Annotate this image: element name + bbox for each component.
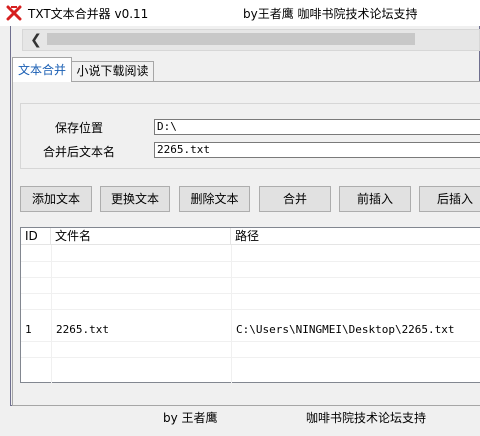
window-author-title: by王者鹰 咖啡书院技术论坛支持	[243, 7, 418, 21]
row-gridline	[21, 277, 480, 278]
replace-text-button[interactable]: 更换文本	[100, 186, 170, 212]
window-title: TXT文本合并器 v0.11	[28, 7, 149, 21]
tab-novel-download[interactable]: 小说下载阅读	[72, 61, 154, 81]
column-header-path[interactable]: 路径	[231, 228, 480, 245]
row-gridline	[21, 261, 480, 262]
merged-name-field[interactable]: 2265.txt	[154, 142, 480, 158]
add-text-button[interactable]: 添加文本	[20, 186, 92, 212]
tab-text-merge[interactable]: 文本合并	[12, 57, 72, 82]
save-location-label: 保存位置	[55, 121, 104, 135]
row-id: 1	[25, 323, 32, 336]
footer-author: by 王者鹰	[163, 411, 218, 425]
tab-novel-download-label: 小说下载阅读	[76, 64, 149, 78]
column-header-id[interactable]: ID	[21, 228, 51, 245]
row-gridline	[21, 309, 480, 310]
scroll-left-arrow-icon[interactable]: ❮	[27, 31, 45, 49]
red-x-logo-icon	[6, 5, 22, 21]
insert-before-button[interactable]: 前插入	[339, 186, 411, 212]
insert-after-button[interactable]: 后插入	[419, 186, 480, 212]
scrollbar-thumb[interactable]	[47, 33, 415, 45]
column-header-filename[interactable]: 文件名	[51, 228, 231, 245]
row-filename: 2265.txt	[56, 323, 109, 336]
column-divider	[51, 245, 52, 383]
footer-forum: 咖啡书院技术论坛支持	[306, 411, 427, 425]
row-path: C:\Users\NINGMEI\Desktop\2265.txt	[236, 323, 455, 336]
row-gridline	[21, 293, 480, 294]
merge-button[interactable]: 合并	[259, 186, 331, 212]
save-location-field[interactable]: D:\	[154, 119, 480, 135]
tab-text-merge-label: 文本合并	[17, 63, 66, 77]
column-divider	[231, 245, 232, 383]
merged-name-label: 合并后文本名	[43, 145, 116, 159]
delete-text-button[interactable]: 删除文本	[179, 186, 250, 212]
file-list[interactable]	[20, 227, 480, 383]
row-gridline	[21, 341, 480, 342]
row-gridline	[21, 357, 480, 358]
